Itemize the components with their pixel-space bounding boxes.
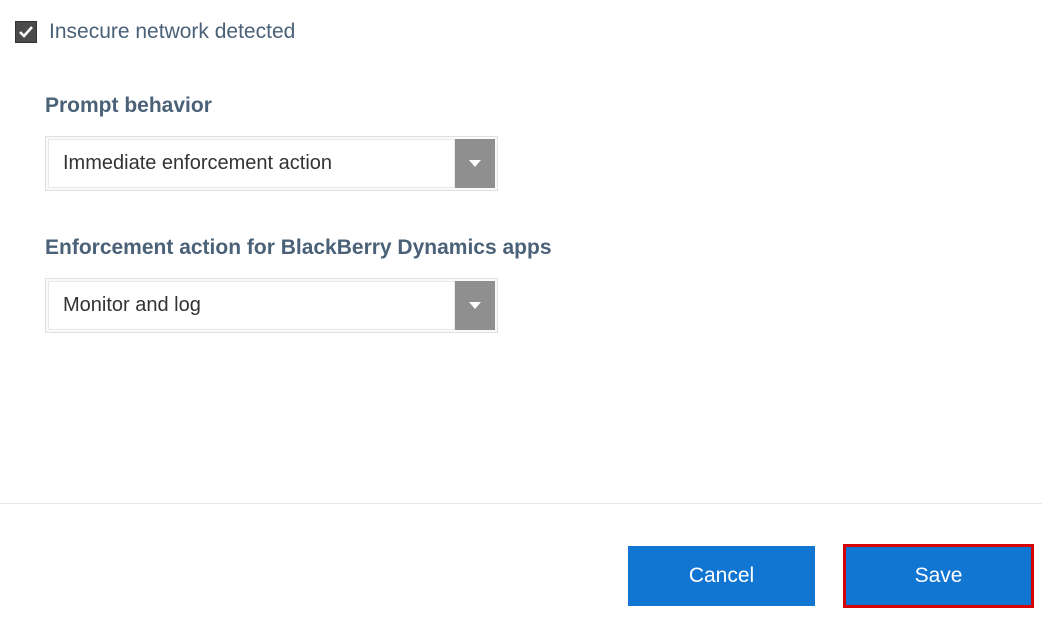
button-row: Cancel Save bbox=[0, 504, 1042, 606]
checkmark-icon bbox=[18, 24, 34, 40]
enforcement-action-value: Monitor and log bbox=[48, 281, 455, 330]
save-button[interactable]: Save bbox=[845, 546, 1032, 606]
insecure-network-checkbox-row: Insecure network detected bbox=[15, 20, 1027, 44]
insecure-network-checkbox[interactable] bbox=[15, 21, 37, 43]
chevron-down-icon bbox=[468, 159, 482, 169]
chevron-down-icon bbox=[468, 301, 482, 311]
enforcement-action-label: Enforcement action for BlackBerry Dynami… bbox=[45, 236, 1027, 260]
prompt-behavior-select[interactable]: Immediate enforcement action bbox=[45, 136, 498, 191]
prompt-behavior-field: Prompt behavior Immediate enforcement ac… bbox=[45, 94, 1027, 191]
prompt-behavior-dropdown-arrow[interactable] bbox=[455, 139, 495, 188]
prompt-behavior-value: Immediate enforcement action bbox=[48, 139, 455, 188]
settings-form: Insecure network detected Prompt behavio… bbox=[0, 0, 1042, 398]
enforcement-action-field: Enforcement action for BlackBerry Dynami… bbox=[45, 236, 1027, 333]
prompt-behavior-label: Prompt behavior bbox=[45, 94, 1027, 118]
cancel-button[interactable]: Cancel bbox=[628, 546, 815, 606]
enforcement-action-dropdown-arrow[interactable] bbox=[455, 281, 495, 330]
insecure-network-checkbox-label: Insecure network detected bbox=[49, 20, 295, 44]
enforcement-action-select[interactable]: Monitor and log bbox=[45, 278, 498, 333]
